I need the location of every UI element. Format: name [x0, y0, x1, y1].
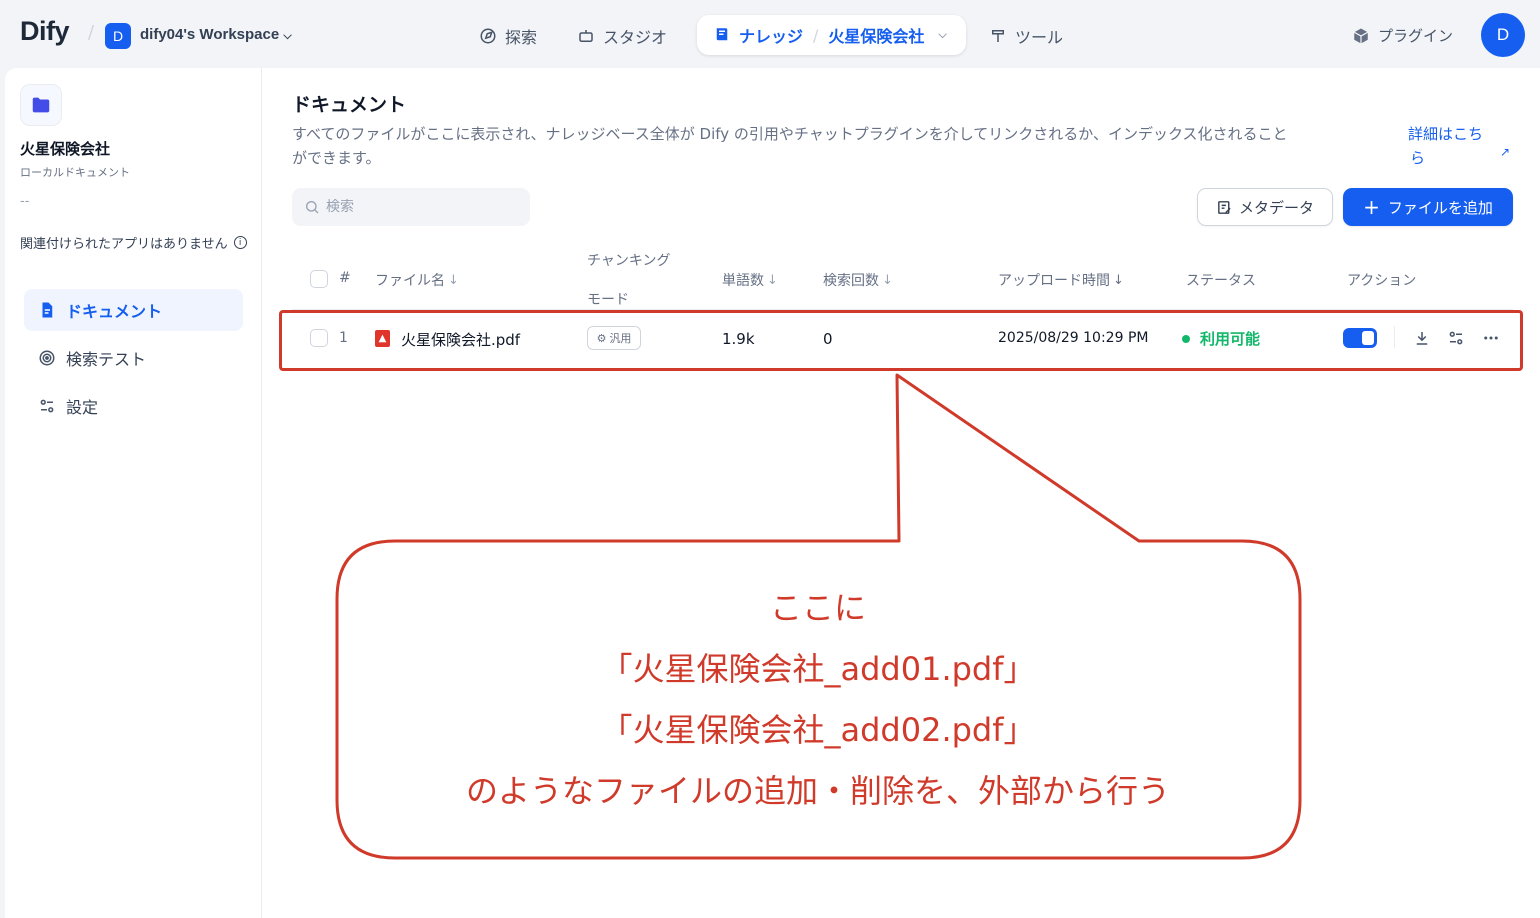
callout-text: ここに 「火星保険会社_add01.pdf」 「火星保険会社_add02.pdf…	[337, 578, 1299, 822]
callout-line: ここに	[769, 589, 866, 627]
callout-line: 「火星保険会社_add01.pdf」	[600, 650, 1036, 688]
callout-line: 「火星保険会社_add02.pdf」	[600, 711, 1036, 749]
callout-line: のようなファイルの追加・削除を、外部から行う	[465, 772, 1170, 810]
